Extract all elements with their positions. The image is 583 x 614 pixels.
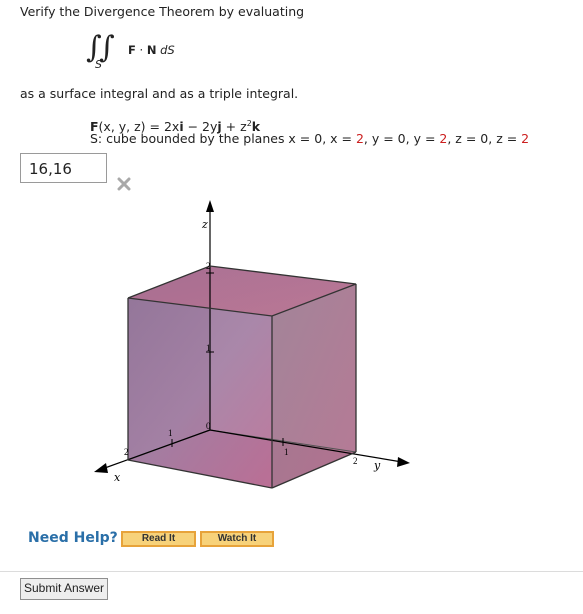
instruction-text: as a surface integral and as a triple in… bbox=[20, 86, 299, 101]
x-axis-arrow bbox=[94, 463, 108, 473]
z-axis-arrow bbox=[206, 200, 214, 212]
answer-input[interactable]: 16,16 bbox=[20, 153, 107, 183]
cube-front-face bbox=[128, 298, 272, 488]
vector-f: F bbox=[128, 43, 136, 57]
z-axis-label: z bbox=[201, 218, 208, 231]
surface-mid1: , y = 0, y = bbox=[363, 131, 440, 146]
y-tick-label: 2 bbox=[353, 456, 358, 466]
y-axis-label: y bbox=[373, 459, 381, 472]
cube-figure: z y x 1 2 1 2 1 2 0 bbox=[80, 198, 420, 498]
x-tick-label: 1 bbox=[168, 428, 173, 438]
origin-label: 0 bbox=[206, 421, 211, 431]
surface-z-bound: 2 bbox=[521, 131, 530, 146]
problem-prompt: Verify the Divergence Theorem by evaluat… bbox=[20, 4, 305, 19]
differential: dS bbox=[160, 43, 175, 57]
surface-definition: S: cube bounded by the planes x = 0, x =… bbox=[90, 131, 529, 146]
y-tick-label: 1 bbox=[284, 447, 289, 457]
surface-integral-expression: ∫ ∫ S F · N dS bbox=[86, 30, 226, 78]
integrand: F · N dS bbox=[128, 43, 175, 57]
x-tick-label: 2 bbox=[124, 447, 129, 457]
read-it-button[interactable]: Read It bbox=[121, 531, 196, 547]
submit-answer-button[interactable]: Submit Answer bbox=[20, 578, 108, 600]
z-tick-label: 2 bbox=[206, 261, 211, 271]
x-icon bbox=[117, 177, 131, 191]
x-axis-label: x bbox=[114, 471, 121, 484]
dot-operator: · bbox=[139, 43, 144, 57]
vector-n: N bbox=[146, 43, 157, 57]
need-help-label: Need Help? bbox=[28, 530, 118, 546]
z-tick-label: 1 bbox=[206, 343, 211, 353]
surface-mid2: , z = 0, z = bbox=[447, 131, 522, 146]
divider bbox=[0, 571, 583, 572]
integral-subscript: S bbox=[95, 58, 102, 71]
surface-x-bound: 2 bbox=[355, 131, 364, 146]
surface-prefix: S: cube bounded by the planes x = 0, x = bbox=[90, 131, 356, 146]
y-axis-arrow bbox=[397, 457, 410, 467]
watch-it-button[interactable]: Watch It bbox=[200, 531, 274, 547]
